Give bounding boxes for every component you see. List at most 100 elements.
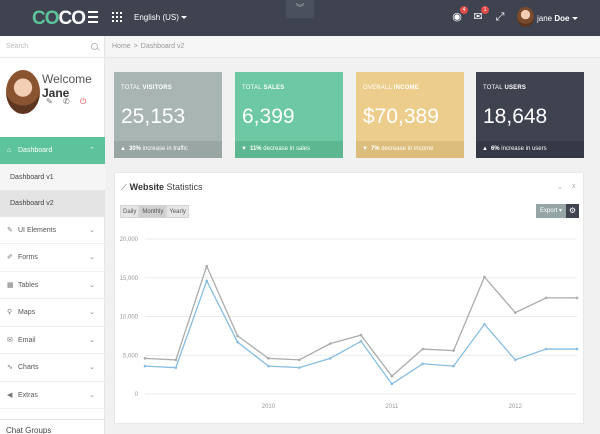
data-point	[359, 333, 363, 337]
arrow-up-icon: ▲	[482, 146, 488, 152]
data-point	[452, 349, 455, 352]
sidebar-subitem-dashboard-v2[interactable]: Dashboard v2	[0, 190, 105, 217]
sidebar-item-extras[interactable]: ◀ Extras ⌄	[0, 382, 105, 409]
sidebar-item-dashboard[interactable]: ⌂ Dashboard ⌃	[0, 137, 105, 165]
user-menu[interactable]: jane Doe	[537, 14, 578, 23]
caret-down-icon	[571, 17, 578, 21]
data-point	[297, 358, 301, 362]
stat-label: TOTAL SALES	[242, 85, 285, 91]
close-icon[interactable]: x	[572, 183, 576, 190]
power-icon[interactable]: ⏻	[80, 98, 88, 106]
user-avatar[interactable]	[517, 7, 534, 27]
tab-yearly[interactable]: Yearly	[166, 205, 189, 218]
tab-daily[interactable]: Daily	[120, 205, 140, 218]
data-point	[575, 296, 579, 300]
data-point	[236, 340, 239, 344]
chevron-down-icon: ⌄	[89, 281, 95, 289]
apps-grid-icon[interactable]	[112, 12, 122, 22]
notification-badge: 4	[460, 6, 468, 14]
user-last-name: Doe	[554, 14, 570, 23]
tab-monthly[interactable]: Monthly	[139, 205, 167, 218]
sidebar-subitem-dashboard-v1[interactable]: Dashboard v1	[0, 164, 105, 191]
chevron-down-icon: ⌄	[89, 336, 95, 344]
data-point	[513, 358, 517, 362]
breadcrumb-current: Dashboard v2	[140, 43, 185, 50]
sidebar-item-maps[interactable]: ⚲ Maps ⌄	[0, 299, 105, 327]
chevron-down-icon: ⌄	[89, 309, 95, 316]
export-button[interactable]: Export ▾	[536, 204, 567, 218]
search-input[interactable]: Search	[6, 43, 28, 50]
breadcrumb: Home > Dashboard v2	[106, 36, 600, 58]
edit-icon[interactable]: ✎	[46, 98, 54, 106]
data-point	[483, 275, 486, 279]
stat-label: OVERALL INCOME	[363, 85, 419, 91]
sidebar-item-tables[interactable]: ▦ Tables ⌄	[0, 272, 105, 299]
mail-icon[interactable]: ✉ 1	[472, 6, 489, 23]
caret-down-icon	[180, 16, 187, 20]
data-point	[544, 347, 548, 351]
stat-value: 25,153	[121, 105, 186, 128]
y-tick-label: 15,000	[120, 276, 139, 282]
stat-value: 18,648	[483, 105, 548, 128]
period-tabs: Daily Monthly Yearly	[120, 205, 189, 218]
data-point	[513, 311, 517, 314]
data-point	[205, 279, 209, 283]
sidebar-item-charts[interactable]: ∿ Charts ⌄	[0, 354, 105, 382]
sidebar-item-label: Extras	[18, 391, 38, 399]
stat-card-sales: TOTAL SALES 6,399 ▼ 11% decrease in sales	[235, 72, 343, 158]
sidebar-nav: ⌂ Dashboard ⌃ Dashboard v1 Dashboard v2 ✎…	[0, 137, 105, 409]
header-collapse-button[interactable]: ︾	[286, 0, 314, 18]
sidebar-item-label: Dashboard	[18, 147, 53, 154]
sidebar-search[interactable]: Search	[0, 36, 105, 58]
line-chart-icon: ⟋	[121, 183, 127, 192]
chevron-up-icon: ⌃	[89, 147, 95, 154]
data-point	[267, 357, 270, 360]
data-point	[483, 322, 486, 326]
email-icon: ✉	[7, 336, 13, 344]
stat-card-users: TOTAL USERS 18,648 ▲ 6% increase in users	[476, 72, 584, 158]
language-selector[interactable]: English (US)	[134, 13, 187, 22]
double-chevron-down-icon: ︾	[295, 3, 305, 13]
welcome-text: Welcome	[42, 72, 92, 86]
y-tick-label: 0	[135, 392, 139, 398]
series-line-1	[144, 279, 577, 385]
logo-letter-c: C	[32, 8, 46, 29]
panel-title: ⟋ Website Statistics	[121, 182, 203, 192]
data-point	[297, 366, 301, 369]
breadcrumb-home-link[interactable]: Home	[112, 43, 131, 50]
menu-toggle-icon[interactable]	[88, 11, 98, 23]
chevron-down-icon: ⌄	[89, 364, 95, 371]
mail-badge: 1	[481, 6, 489, 14]
sidebar-item-email[interactable]: ✉ Email ⌄	[0, 327, 105, 354]
arrow-down-icon: ▼	[241, 146, 247, 152]
sidebar-item-label: Email	[18, 336, 36, 344]
minimize-icon[interactable]: ⌄	[557, 183, 563, 191]
export-label: Export	[540, 208, 558, 214]
chat-icon[interactable]: ✆	[63, 98, 71, 106]
home-icon: ⌂	[7, 147, 12, 154]
top-navbar: COCO English (US) ︾ ◉ 4 ✉ 1 ⤢ jane Doe	[0, 0, 600, 36]
search-icon[interactable]	[91, 43, 98, 50]
stat-footer: ▲ 6% increase in users	[476, 141, 584, 158]
data-point	[390, 382, 394, 386]
chat-groups-heading: Chat Groups	[6, 426, 52, 434]
logo-letter-o: O	[44, 8, 60, 29]
globe-icon[interactable]: ◉ 4	[451, 6, 468, 23]
fullscreen-icon[interactable]: ⤢	[494, 11, 506, 23]
sidebar-item-ui-elements[interactable]: ✎ UI Elements ⌄	[0, 217, 105, 244]
stat-value: $70,389	[363, 105, 439, 128]
data-point	[575, 347, 579, 351]
chart-icon: ∿	[7, 364, 13, 371]
data-point	[359, 340, 363, 343]
profile-avatar	[6, 70, 40, 114]
app-logo[interactable]: COCO	[32, 8, 86, 30]
data-point	[421, 362, 425, 366]
sidebar-item-label: Forms	[18, 254, 38, 261]
sidebar-divider	[0, 419, 105, 420]
settings-gear-icon[interactable]: ⚙	[566, 204, 579, 218]
data-point	[390, 374, 394, 378]
megaphone-icon: ◀	[7, 391, 13, 399]
breadcrumb-separator: >	[133, 43, 138, 50]
sidebar-item-label: Charts	[18, 364, 39, 371]
sidebar-item-forms[interactable]: ✐ Forms ⌄	[0, 244, 105, 272]
